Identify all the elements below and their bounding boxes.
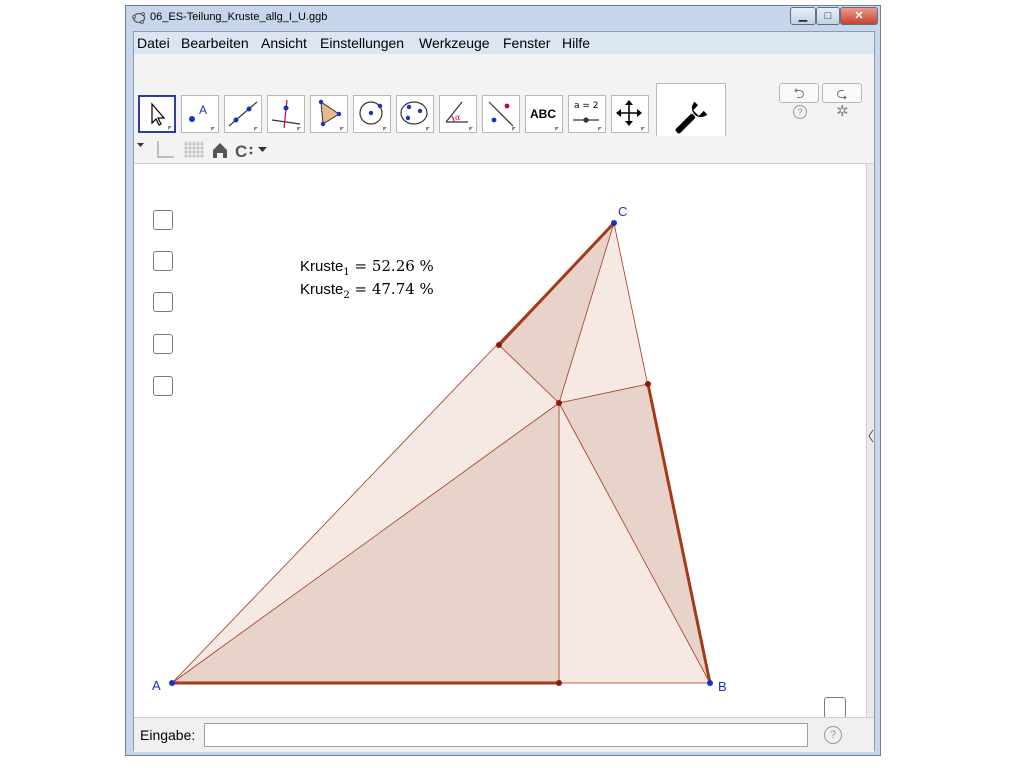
menu-hilfe[interactable]: Hilfe — [562, 35, 590, 51]
kruste1-value: = 52.26 % — [349, 257, 434, 275]
collapse-stylebar-icon — [137, 143, 144, 147]
svg-text:α: α — [455, 113, 461, 122]
reflect-tool[interactable] — [482, 95, 520, 133]
input-field[interactable] — [204, 723, 808, 747]
reflect-about-line-icon — [488, 101, 516, 131]
menu-werkzeuge[interactable]: Werkzeuge — [419, 35, 490, 51]
input-help-icon[interactable]: ? — [824, 726, 842, 744]
undo-button[interactable]: ⮌ — [779, 83, 819, 103]
point-A-label: A — [152, 678, 161, 693]
perpendicular-tool[interactable] — [267, 95, 305, 133]
menu-fenster[interactable]: Fenster — [503, 35, 550, 51]
move-arrows-icon — [616, 100, 645, 131]
move-graphics-view-tool[interactable] — [611, 95, 649, 133]
point-B-label: B — [718, 679, 727, 694]
toolbar: A α ABC a = 2 ⮌ ⮎ ? ✲ — [134, 54, 874, 155]
circle-tool[interactable] — [353, 95, 391, 133]
ellipse-icon — [400, 101, 430, 131]
point-icon: A — [189, 103, 215, 131]
menu-ansicht[interactable]: Ansicht — [261, 35, 307, 51]
help-icon[interactable]: ? — [793, 105, 807, 119]
title-bar: 06_ES-Teilung_Kruste_allg_I_U.ggb ▁ □ ✕ — [126, 6, 880, 30]
point-A[interactable] — [169, 680, 175, 686]
kruste2-text: Kruste2 = 47.74 % — [300, 280, 434, 301]
checkbox-1[interactable] — [153, 210, 173, 230]
slider-tool[interactable]: a = 2 — [568, 95, 606, 133]
style-bar-icons: C — [137, 141, 267, 161]
circle-center-point-icon — [359, 101, 387, 131]
checkbox-3[interactable] — [153, 292, 173, 312]
angle-tool[interactable]: α — [439, 95, 477, 133]
home-view-icon — [213, 143, 227, 158]
window-title: 06_ES-Teilung_Kruste_allg_I_U.ggb — [150, 11, 328, 23]
input-label: Eingabe: — [140, 727, 196, 743]
chevron-left-icon — [868, 429, 874, 443]
text-tool[interactable]: ABC — [525, 95, 563, 133]
input-bar: Eingabe: ? — [134, 717, 874, 752]
menu-bar: Datei Bearbeiten Ansicht Einstellungen W… — [134, 32, 874, 54]
point-B[interactable] — [707, 680, 713, 686]
settings-gear-icon[interactable]: ✲ — [836, 102, 849, 120]
geogebra-app-icon — [132, 12, 146, 24]
grid-toggle-icon — [184, 141, 204, 158]
move-tool[interactable] — [138, 95, 176, 133]
menu-einstellungen[interactable]: Einstellungen — [320, 35, 404, 51]
perpendicular-line-icon — [271, 99, 301, 131]
checkbox-6[interactable] — [824, 697, 846, 719]
polygon-tool[interactable] — [310, 95, 348, 133]
point-C[interactable] — [611, 220, 617, 226]
slider-icon — [573, 117, 602, 131]
checkbox-5[interactable] — [153, 376, 173, 396]
menu-bearbeiten[interactable]: Bearbeiten — [181, 35, 249, 51]
kruste2-label: Kruste — [300, 281, 344, 298]
construction-drawing[interactable]: A B C — [134, 164, 868, 717]
maximize-button[interactable]: □ — [816, 7, 840, 25]
kruste1-text: Kruste1 = 52.26 % — [300, 257, 434, 278]
menu-datei[interactable]: Datei — [137, 35, 170, 51]
checkbox-4[interactable] — [153, 334, 173, 354]
side-panel-toggle[interactable] — [866, 164, 874, 717]
axes-toggle-icon — [157, 141, 174, 158]
line-tool[interactable] — [224, 95, 262, 133]
line-through-points-icon — [228, 101, 258, 131]
app-window: 06_ES-Teilung_Kruste_allg_I_U.ggb ▁ □ ✕ … — [125, 5, 881, 756]
point-C-label: C — [618, 204, 627, 219]
kruste2-value: = 47.74 % — [349, 280, 434, 298]
chevron-down-icon — [258, 147, 267, 152]
svg-text:A: A — [199, 103, 207, 117]
app-client: Datei Bearbeiten Ansicht Einstellungen W… — [133, 31, 875, 752]
close-button[interactable]: ✕ — [840, 7, 878, 25]
checkbox-2[interactable] — [153, 251, 173, 271]
graphics-view[interactable]: A B C Kruste1 = 52.26 % Kruste2 = 47.74 … — [134, 164, 868, 719]
kruste1-label: Kruste — [300, 258, 344, 275]
style-bar: C — [134, 136, 874, 164]
angle-icon: α — [445, 101, 473, 131]
point-capturing-icon: C — [235, 142, 247, 161]
cursor-arrow-icon — [151, 102, 172, 130]
text-tool-label: ABC — [530, 107, 556, 121]
minimize-button[interactable]: ▁ — [790, 7, 816, 25]
conic-tool[interactable] — [396, 95, 434, 133]
polygon-icon — [318, 99, 344, 131]
redo-button[interactable]: ⮎ — [822, 83, 862, 103]
point-tool[interactable]: A — [181, 95, 219, 133]
